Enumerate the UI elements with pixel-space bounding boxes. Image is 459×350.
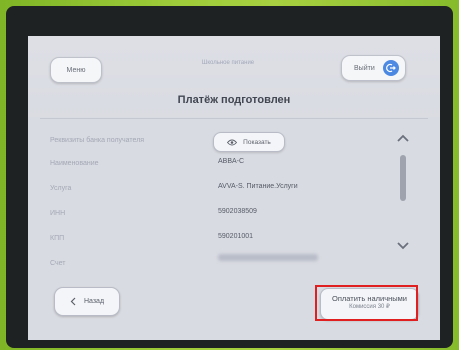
row-value-name: ABBA-C (218, 158, 245, 165)
bank-requisites-label: Реквизиты банка получателя (50, 137, 145, 144)
eye-icon (227, 139, 238, 145)
show-requisites-label: Показать (243, 138, 271, 146)
header-hint: Школьное питание (201, 60, 255, 66)
back-button-label: Назад (83, 298, 105, 305)
menu-button[interactable]: Меню (50, 57, 102, 83)
row-value-account-blurred (218, 254, 318, 261)
menu-button-label: Меню (66, 66, 86, 74)
details-scrollbar[interactable] (395, 131, 411, 256)
pay-cash-button[interactable]: Оплатить наличными Комиссия 30 ₽ (320, 288, 419, 320)
back-button[interactable]: Назад (54, 287, 120, 316)
page-title: Платёж подготовлен (177, 94, 291, 106)
row-value-inn: 5902038509 (218, 208, 257, 215)
kiosk-screen: Меню Школьное питание Выйти Платёж подго… (28, 36, 440, 340)
logout-icon (383, 60, 399, 76)
row-label-name: Наименование (50, 160, 99, 167)
row-label-service: Услуга (50, 185, 72, 192)
chevron-down-icon[interactable] (395, 239, 411, 253)
exit-button-label: Выйти (354, 64, 375, 72)
row-value-service: AVVA-S. Питание.Услуги (218, 183, 298, 190)
exit-button[interactable]: Выйти (341, 55, 406, 81)
pay-cash-label: Оплатить наличными (332, 294, 407, 303)
row-value-kpp: 590201001 (218, 233, 254, 240)
scroll-thumb[interactable] (400, 155, 406, 201)
row-label-kpp: КПП (50, 235, 65, 242)
show-requisites-button[interactable]: Показать (213, 132, 285, 152)
row-label-inn: ИНН (50, 210, 66, 217)
row-label-account: Счет (50, 260, 66, 267)
chevron-up-icon[interactable] (395, 131, 411, 145)
chevron-left-icon (70, 297, 76, 306)
title-divider (40, 118, 428, 119)
pay-commission-label: Комиссия 30 ₽ (349, 304, 390, 310)
